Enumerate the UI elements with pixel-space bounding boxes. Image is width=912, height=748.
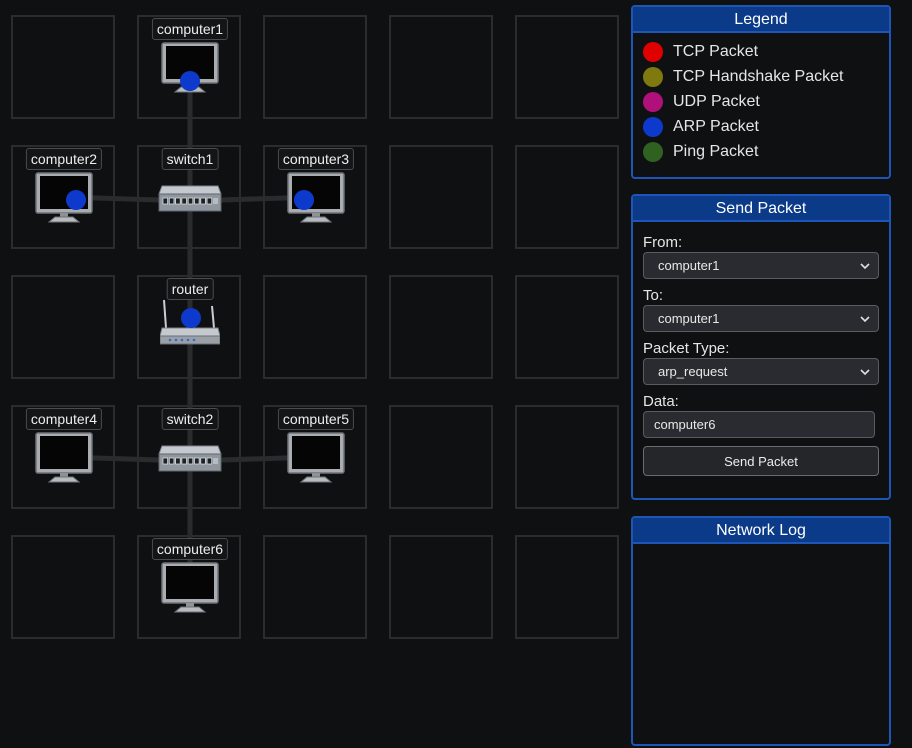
from-select-value: computer1 <box>658 258 720 273</box>
node-router[interactable]: router <box>138 276 242 380</box>
legend-item-label: UDP Packet <box>673 92 760 110</box>
node-label: computer6 <box>151 538 229 560</box>
legend-list: TCP Packet TCP Handshake Packet UDP Packet… <box>633 33 889 170</box>
send-packet-title: Send Packet <box>633 196 889 222</box>
computer-icon <box>287 432 345 484</box>
grid-cell[interactable] <box>11 15 115 119</box>
data-label: Data: <box>643 393 679 410</box>
chevron-down-icon <box>860 315 870 322</box>
grid-cell[interactable] <box>389 275 493 379</box>
node-label: computer5 <box>277 408 355 430</box>
legend-item-tcp: TCP Packet <box>643 39 879 64</box>
from-select[interactable]: computer1 <box>643 252 879 279</box>
grid-cell[interactable] <box>263 535 367 639</box>
legend-panel: Legend TCP Packet TCP Handshake Packet UDP… <box>631 5 891 179</box>
legend-dot-icon <box>643 141 663 162</box>
computer-icon <box>35 432 93 484</box>
grid-cell[interactable] <box>389 535 493 639</box>
node-switch1[interactable]: switch1 <box>138 146 242 250</box>
legend-dot-icon <box>643 91 663 112</box>
network-log-panel: Network Log <box>631 516 891 746</box>
grid-cell[interactable] <box>389 145 493 249</box>
packet-arp-icon <box>181 308 201 328</box>
send-packet-form: From: computer1 To: computer1 Packet Typ… <box>633 222 889 486</box>
grid-cell[interactable] <box>515 405 619 509</box>
send-packet-panel: Send Packet From: computer1 To: computer… <box>631 194 891 500</box>
legend-item-label: ARP Packet <box>673 117 759 135</box>
node-switch2[interactable]: switch2 <box>138 406 242 510</box>
legend-title: Legend <box>633 7 889 33</box>
computer-icon <box>161 562 219 614</box>
network-grid: computer1 computer2 switch1 computer3 ro… <box>0 0 630 748</box>
legend-dot-icon <box>643 66 663 87</box>
to-select-value: computer1 <box>658 311 720 326</box>
legend-item-label: TCP Handshake Packet <box>673 67 844 85</box>
packet-type-select-value: arp_request <box>658 364 728 379</box>
packet-arp-icon <box>66 190 86 210</box>
chevron-down-icon <box>860 262 870 269</box>
grid-cell[interactable] <box>515 145 619 249</box>
legend-item-label: Ping Packet <box>673 142 759 160</box>
grid-cell[interactable] <box>515 15 619 119</box>
node-label: computer1 <box>151 18 229 40</box>
switch-icon <box>158 184 222 214</box>
packet-type-label: Packet Type: <box>643 340 730 357</box>
node-computer3[interactable]: computer3 <box>264 146 368 250</box>
data-input[interactable]: computer6 <box>643 411 875 438</box>
grid-cell[interactable] <box>11 275 115 379</box>
node-label: switch2 <box>161 408 219 430</box>
network-log-body[interactable] <box>633 544 889 742</box>
send-packet-button[interactable]: Send Packet <box>643 446 879 476</box>
legend-dot-icon <box>643 41 663 62</box>
network-log-title: Network Log <box>633 518 889 544</box>
to-select[interactable]: computer1 <box>643 305 879 332</box>
grid-cell[interactable] <box>515 535 619 639</box>
grid-cell[interactable] <box>389 15 493 119</box>
node-label: computer2 <box>25 148 103 170</box>
node-label: switch1 <box>161 148 219 170</box>
legend-item-ping: Ping Packet <box>643 139 879 164</box>
legend-item-handshake: TCP Handshake Packet <box>643 64 879 89</box>
node-computer2[interactable]: computer2 <box>12 146 116 250</box>
switch-icon <box>158 444 222 474</box>
node-computer5[interactable]: computer5 <box>264 406 368 510</box>
grid-cell[interactable] <box>389 405 493 509</box>
node-label: router <box>166 278 214 300</box>
legend-item-arp: ARP Packet <box>643 114 879 139</box>
chevron-down-icon <box>860 368 870 375</box>
data-input-value: computer6 <box>654 417 716 432</box>
node-computer1[interactable]: computer1 <box>138 16 242 120</box>
from-label: From: <box>643 234 683 251</box>
node-computer6[interactable]: computer6 <box>138 536 242 640</box>
grid-cell[interactable] <box>263 275 367 379</box>
legend-dot-icon <box>643 116 663 137</box>
grid-cell[interactable] <box>263 15 367 119</box>
packet-arp-icon <box>294 190 314 210</box>
grid-cell[interactable] <box>515 275 619 379</box>
node-label: computer4 <box>25 408 103 430</box>
legend-item-udp: UDP Packet <box>643 89 879 114</box>
grid-cell[interactable] <box>11 535 115 639</box>
legend-item-label: TCP Packet <box>673 42 759 60</box>
to-label: To: <box>643 287 664 304</box>
node-label: computer3 <box>277 148 355 170</box>
node-computer4[interactable]: computer4 <box>12 406 116 510</box>
packet-arp-icon <box>180 71 200 91</box>
packet-type-select[interactable]: arp_request <box>643 358 879 385</box>
